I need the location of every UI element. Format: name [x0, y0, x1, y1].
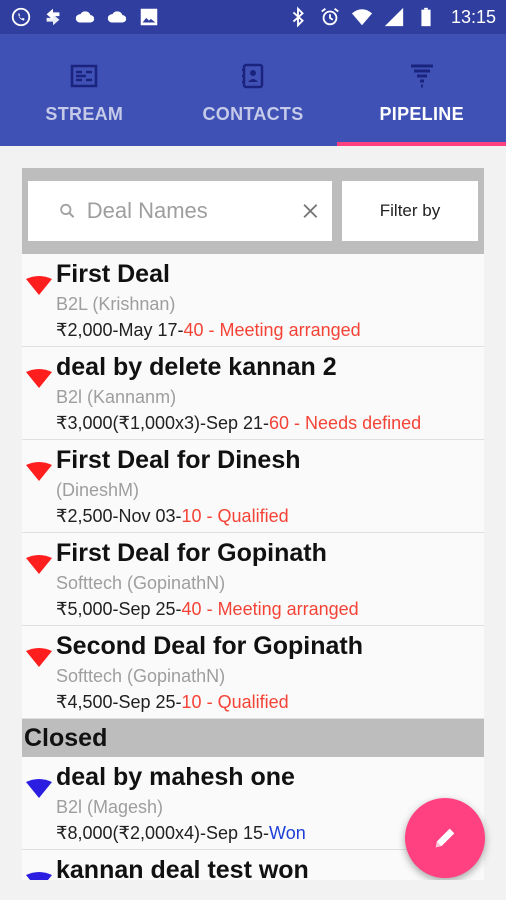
search-input[interactable]	[86, 198, 292, 224]
funnel-icon	[26, 462, 52, 481]
deal-amount: ₹2,500-Nov 03-	[56, 506, 182, 526]
deal-title: Second Deal for Gopinath	[56, 632, 363, 660]
deal-row[interactable]: Second Deal for Gopinath Softtech (Gopina…	[22, 626, 484, 719]
sync-icon	[46, 8, 60, 26]
tab-contacts[interactable]: CONTACTS	[169, 34, 338, 146]
deal-title: deal by delete kannan 2	[56, 353, 337, 381]
deal-meta: ₹4,500-Sep 25-10 - Qualified	[56, 689, 484, 715]
deal-meta: ₹3,000(₹1,000x3)-Sep 21-60 - Needs defin…	[56, 410, 484, 436]
deal-amount: ₹8,000(₹2,000x4)-Sep 15-	[56, 823, 270, 843]
search-box[interactable]	[28, 181, 332, 241]
deal-title: First Deal for Gopinath	[56, 539, 327, 567]
deal-row[interactable]: First Deal B2L (Krishnan) ₹2,000-May 17-40…	[22, 254, 484, 347]
deal-company: (DineshM)	[56, 480, 140, 500]
deal-stage: Won	[269, 823, 306, 843]
deal-stage: 60 - Needs defined	[269, 413, 422, 433]
tab-contacts-label: CONTACTS	[202, 104, 304, 124]
open-deals-list: First Deal B2L (Krishnan) ₹2,000-May 17-40…	[22, 254, 484, 719]
clear-icon[interactable]	[301, 199, 320, 223]
funnel-icon	[26, 276, 52, 295]
deal-amount: ₹5,000-Sep 25-	[56, 599, 182, 619]
tab-stream[interactable]: STREAM	[0, 34, 169, 146]
deal-title: deal by mahesh one	[56, 763, 295, 791]
deal-meta: ₹2,000-May 17-40 - Meeting arranged	[56, 317, 484, 343]
stream-icon	[71, 64, 98, 88]
alarm-icon	[321, 8, 339, 26]
clock: 13:15	[450, 6, 496, 27]
deal-meta: ₹5,000-Sep 25-40 - Meeting arranged	[56, 596, 484, 622]
funnel-icon	[26, 369, 52, 388]
bottom-spacer	[0, 880, 506, 900]
deal-company: B2l (Kannanm)	[56, 387, 177, 407]
deal-company: B2L (Krishnan)	[56, 294, 176, 314]
bluetooth-icon	[292, 6, 304, 28]
deal-stage: 10 - Qualified	[181, 692, 289, 712]
deal-company: Softtech (GopinathN)	[56, 573, 226, 593]
funnel-icon	[26, 648, 52, 667]
deal-stage: 10 - Qualified	[181, 506, 289, 526]
tab-stream-label: STREAM	[45, 104, 124, 124]
tab-pipeline[interactable]: PIPELINE	[337, 34, 506, 146]
deal-amount: ₹2,000-May 17-	[56, 320, 184, 340]
deal-row[interactable]: First Deal for Dinesh (DineshM) ₹2,500-No…	[22, 440, 484, 533]
tab-bar: STREAM CONTACTS PIPELINE	[0, 34, 506, 146]
edit-fab-button[interactable]	[405, 798, 485, 878]
battery-icon	[421, 7, 431, 27]
funnel-icon	[26, 555, 52, 574]
wifi-icon	[351, 9, 373, 26]
tab-pipeline-label: PIPELINE	[379, 104, 464, 124]
search-icon	[60, 203, 75, 218]
funnel-icon	[26, 872, 52, 880]
deal-amount: ₹4,500-Sep 25-	[56, 692, 182, 712]
whatsapp-icon	[11, 7, 31, 27]
deal-company: Softtech (GopinathN)	[56, 666, 226, 686]
deal-title: First Deal for Dinesh	[56, 446, 301, 474]
deal-row[interactable]: deal by delete kannan 2 B2l (Kannanm) ₹3,0…	[22, 347, 484, 440]
edit-pencil-icon	[435, 828, 455, 848]
deal-stage: 40 - Meeting arranged	[183, 320, 361, 340]
deal-amount: ₹3,000(₹1,000x3)-Sep 21-	[56, 413, 270, 433]
contacts-icon	[242, 63, 264, 89]
status-bar: 13:15	[0, 0, 506, 34]
funnel-icon	[26, 779, 52, 798]
deal-title: First Deal	[56, 260, 170, 288]
deal-meta: ₹2,500-Nov 03-10 - Qualified	[56, 503, 484, 529]
deal-list-panel: Filter by First Deal B2L (Krishnan) ₹2,000…	[22, 168, 484, 880]
filter-button[interactable]: Filter by	[342, 181, 478, 241]
cloud-icon	[107, 11, 127, 23]
funnel-icon	[410, 64, 433, 88]
search-bar: Filter by	[22, 168, 484, 254]
signal-icon	[384, 7, 404, 27]
closed-section-header: Closed	[22, 719, 484, 757]
deal-row[interactable]: First Deal for Gopinath Softtech (Gopinat…	[22, 533, 484, 626]
deal-stage: 40 - Meeting arranged	[181, 599, 359, 619]
image-icon	[140, 8, 158, 26]
cloud-icon	[75, 11, 95, 23]
